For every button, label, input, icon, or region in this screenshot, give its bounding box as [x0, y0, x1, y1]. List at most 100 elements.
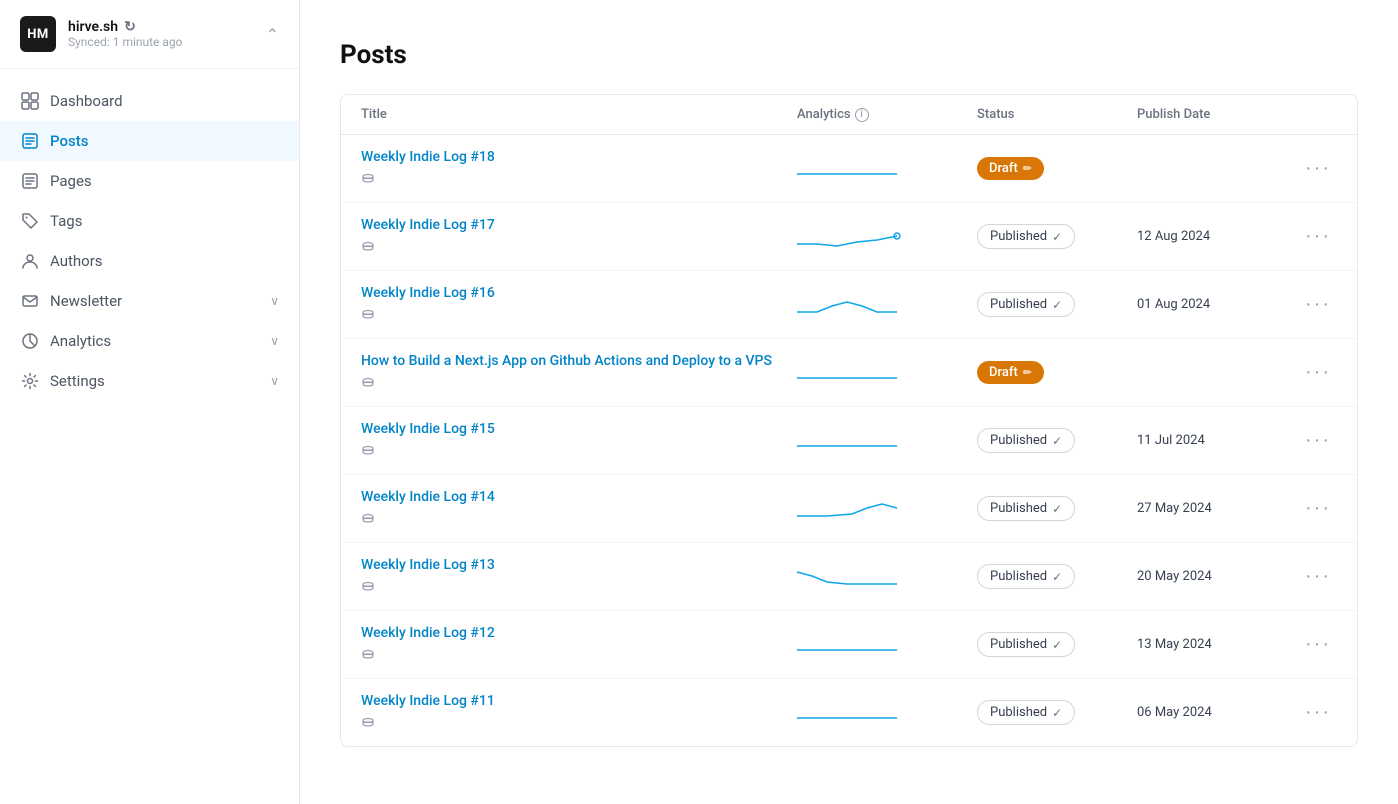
- pages-icon: [20, 171, 40, 191]
- status-cell: Published ✓: [977, 632, 1137, 657]
- more-options-button[interactable]: ···: [1297, 629, 1339, 660]
- post-title-link[interactable]: Weekly Indie Log #14: [361, 489, 797, 505]
- published-badge: Published ✓: [977, 564, 1075, 589]
- more-options-button[interactable]: ···: [1297, 493, 1339, 524]
- workspace-name: hirve.sh ↻: [68, 19, 183, 35]
- post-title-cell: Weekly Indie Log #14: [361, 489, 797, 528]
- published-badge: Published ✓: [977, 428, 1075, 453]
- more-options-button[interactable]: ···: [1297, 425, 1339, 456]
- analytics-info-icon[interactable]: i: [855, 108, 869, 122]
- table-header: Title Analytics i Status Publish Date: [341, 95, 1357, 135]
- sidebar-item-analytics[interactable]: Analytics ∨: [0, 321, 299, 361]
- status-cell: Published ✓: [977, 564, 1137, 589]
- row-actions: ···: [1297, 697, 1337, 728]
- draft-badge: Draft ✏: [977, 157, 1044, 180]
- post-title-link[interactable]: Weekly Indie Log #15: [361, 421, 797, 437]
- col-publish-date: Publish Date: [1137, 107, 1297, 122]
- analytics-sparkline: [797, 562, 977, 592]
- post-title-link[interactable]: Weekly Indie Log #17: [361, 217, 797, 233]
- post-type-icon: [361, 648, 375, 664]
- sidebar-item-label: Newsletter: [50, 292, 260, 310]
- post-title-link[interactable]: Weekly Indie Log #18: [361, 149, 797, 165]
- publish-date: 06 May 2024: [1137, 705, 1297, 720]
- newsletter-chevron-icon: ∨: [270, 294, 279, 308]
- post-type-icon: [361, 308, 375, 324]
- table-row: Weekly Indie Log #14 Published ✓ 27 May …: [341, 475, 1357, 543]
- analytics-sparkline: [797, 426, 977, 456]
- post-title-link[interactable]: How to Build a Next.js App on Github Act…: [361, 353, 797, 369]
- analytics-sparkline: [797, 698, 977, 728]
- row-actions: ···: [1297, 289, 1337, 320]
- sidebar-item-pages[interactable]: Pages: [0, 161, 299, 201]
- status-cell: Published ✓: [977, 292, 1137, 317]
- post-title-link[interactable]: Weekly Indie Log #16: [361, 285, 797, 301]
- more-options-button[interactable]: ···: [1297, 357, 1339, 388]
- row-actions: ···: [1297, 561, 1337, 592]
- more-options-button[interactable]: ···: [1297, 561, 1339, 592]
- edit-icon: ✏: [1023, 162, 1032, 175]
- sidebar-item-dashboard[interactable]: Dashboard: [0, 81, 299, 121]
- col-status: Status: [977, 107, 1137, 122]
- post-title-link[interactable]: Weekly Indie Log #11: [361, 693, 797, 709]
- published-badge: Published ✓: [977, 496, 1075, 521]
- post-title-link[interactable]: Weekly Indie Log #12: [361, 625, 797, 641]
- published-badge: Published ✓: [977, 292, 1075, 317]
- row-actions: ···: [1297, 425, 1337, 456]
- tags-icon: [20, 211, 40, 231]
- page-title: Posts: [340, 40, 1358, 70]
- published-badge: Published ✓: [977, 224, 1075, 249]
- check-icon: ✓: [1052, 570, 1062, 584]
- sidebar-item-label: Posts: [50, 132, 279, 150]
- sidebar-item-label: Pages: [50, 172, 279, 190]
- post-title-cell: Weekly Indie Log #15: [361, 421, 797, 460]
- post-type-icon: [361, 716, 375, 732]
- post-title-cell: Weekly Indie Log #17: [361, 217, 797, 256]
- status-cell: Published ✓: [977, 224, 1137, 249]
- post-title-cell: Weekly Indie Log #11: [361, 693, 797, 732]
- sidebar-item-authors[interactable]: Authors: [0, 241, 299, 281]
- settings-icon: [20, 371, 40, 391]
- status-cell: Published ✓: [977, 428, 1137, 453]
- check-icon: ✓: [1052, 706, 1062, 720]
- status-cell: Published ✓: [977, 700, 1137, 725]
- publish-date: 12 Aug 2024: [1137, 229, 1297, 244]
- sidebar-item-newsletter[interactable]: Newsletter ∨: [0, 281, 299, 321]
- published-badge: Published ✓: [977, 700, 1075, 725]
- post-title-link[interactable]: Weekly Indie Log #13: [361, 557, 797, 573]
- col-analytics: Analytics i: [797, 107, 977, 122]
- col-title: Title: [361, 107, 797, 122]
- post-title-cell: Weekly Indie Log #16: [361, 285, 797, 324]
- analytics-chevron-icon: ∨: [270, 334, 279, 348]
- table-row: Weekly Indie Log #18 Draft ✏ ···: [341, 135, 1357, 203]
- settings-chevron-icon: ∨: [270, 374, 279, 388]
- status-cell: Draft ✏: [977, 157, 1137, 180]
- more-options-button[interactable]: ···: [1297, 289, 1339, 320]
- sidebar-item-label: Analytics: [50, 332, 260, 350]
- published-badge: Published ✓: [977, 632, 1075, 657]
- more-options-button[interactable]: ···: [1297, 697, 1339, 728]
- check-icon: ✓: [1052, 298, 1062, 312]
- post-type-icon: [361, 172, 375, 188]
- post-title-cell: Weekly Indie Log #13: [361, 557, 797, 596]
- check-icon: ✓: [1052, 638, 1062, 652]
- publish-date: 13 May 2024: [1137, 637, 1297, 652]
- more-options-button[interactable]: ···: [1297, 153, 1339, 184]
- newsletter-icon: [20, 291, 40, 311]
- post-type-icon: [361, 444, 375, 460]
- row-actions: ···: [1297, 357, 1337, 388]
- workspace-header[interactable]: HM hirve.sh ↻ Synced: 1 minute ago ⌃: [0, 0, 299, 69]
- analytics-sparkline: [797, 630, 977, 660]
- sidebar-item-settings[interactable]: Settings ∨: [0, 361, 299, 401]
- sidebar-item-label: Tags: [50, 212, 279, 230]
- post-title-cell: Weekly Indie Log #12: [361, 625, 797, 664]
- workspace-logo: HM: [20, 16, 56, 52]
- publish-date: 20 May 2024: [1137, 569, 1297, 584]
- table-row: Weekly Indie Log #11 Published ✓ 06 May …: [341, 679, 1357, 746]
- more-options-button[interactable]: ···: [1297, 221, 1339, 252]
- table-row: Weekly Indie Log #12 Published ✓ 13 May …: [341, 611, 1357, 679]
- posts-table: Title Analytics i Status Publish Date We…: [340, 94, 1358, 747]
- analytics-sparkline: [797, 290, 977, 320]
- sidebar-item-tags[interactable]: Tags: [0, 201, 299, 241]
- table-row: Weekly Indie Log #16 Published ✓ 01 Aug …: [341, 271, 1357, 339]
- sidebar-item-posts[interactable]: Posts: [0, 121, 299, 161]
